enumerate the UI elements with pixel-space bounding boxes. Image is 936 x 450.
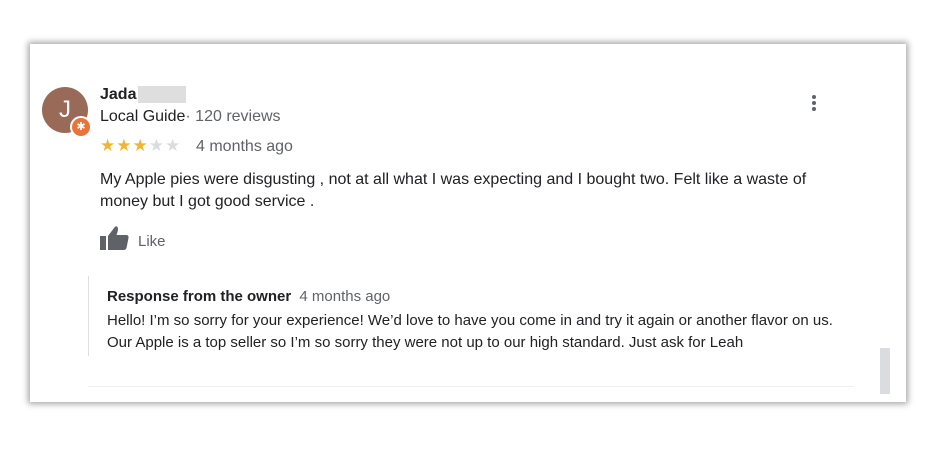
owner-response-header: Response from the owner 4 months ago (107, 288, 390, 305)
meta-separator: · (185, 108, 191, 125)
like-button[interactable]: Like (100, 225, 166, 251)
reviewer-name[interactable]: Jada (100, 86, 136, 104)
name-redaction (138, 86, 186, 103)
review-count[interactable]: 120 reviews (195, 108, 280, 125)
review-date: 4 months ago (196, 138, 293, 155)
owner-response-text: Hello! I’m so sorry for your experience!… (107, 312, 833, 351)
scrollbar-thumb[interactable] (880, 348, 890, 394)
star-rating: ★★★★★ (100, 136, 181, 156)
review-card: J ✱ Jada Local Guide· 120 reviews ★★★★★ … (30, 44, 906, 402)
local-guide-badge-icon: ✱ (70, 116, 92, 138)
star-filled-icon: ★ (116, 136, 133, 155)
more-vert-icon[interactable] (804, 93, 824, 117)
star-filled-icon: ★ (100, 136, 117, 155)
star-empty-icon: ★ (148, 136, 165, 155)
owner-response: Response from the owner 4 months ago Hel… (88, 276, 853, 356)
star-empty-icon: ★ (165, 136, 182, 155)
avatar-initial: J (59, 96, 71, 123)
reviewer-badge: Local Guide (100, 108, 186, 125)
star-filled-icon: ★ (132, 136, 149, 155)
owner-response-title: Response from the owner (107, 288, 292, 305)
like-label: Like (138, 232, 166, 250)
review-text: My Apple pies were disgusting , not at a… (100, 171, 807, 210)
thumbs-up-icon (100, 226, 129, 250)
reviewer-meta: Local Guide· 120 reviews (100, 108, 281, 126)
divider (88, 386, 854, 387)
owner-response-date: 4 months ago (299, 288, 391, 305)
